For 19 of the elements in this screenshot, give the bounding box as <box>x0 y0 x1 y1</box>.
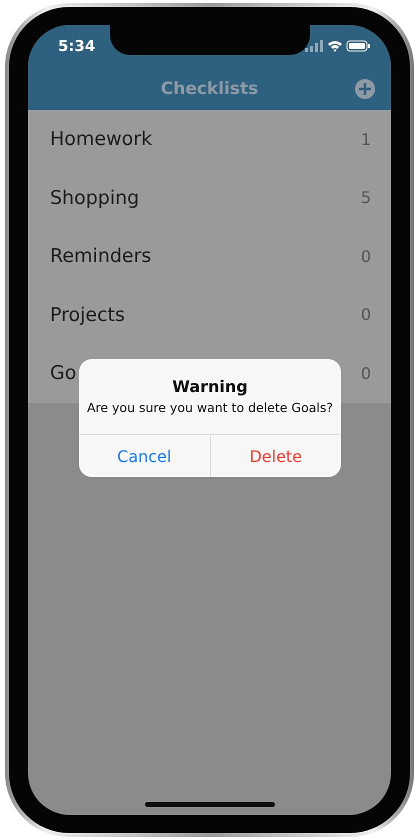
add-icon[interactable] <box>355 78 375 98</box>
list-name[interactable]: Homework <box>50 128 152 150</box>
list-name[interactable]: Projects <box>50 304 125 326</box>
status-time: 5:34 <box>58 37 96 55</box>
signal-icon <box>305 40 323 52</box>
list-name[interactable]: Reminders <box>50 245 152 268</box>
list-name[interactable]: Go <box>50 362 76 384</box>
battery-icon <box>346 40 370 52</box>
item-count: 1 <box>360 130 371 149</box>
delete-button[interactable]: Delete <box>210 435 341 477</box>
alert-message: Are you sure you want to delete Goals? <box>86 399 334 417</box>
item-count: 0 <box>360 305 371 324</box>
item-count: 0 <box>360 246 371 266</box>
list-name[interactable]: Shopping <box>50 186 140 209</box>
item-count: 0 <box>360 364 371 383</box>
screen-title: Checklists <box>160 78 258 98</box>
item-count: 5 <box>360 188 371 208</box>
wifi-icon <box>328 41 342 52</box>
alert-title: Warning <box>171 376 249 396</box>
